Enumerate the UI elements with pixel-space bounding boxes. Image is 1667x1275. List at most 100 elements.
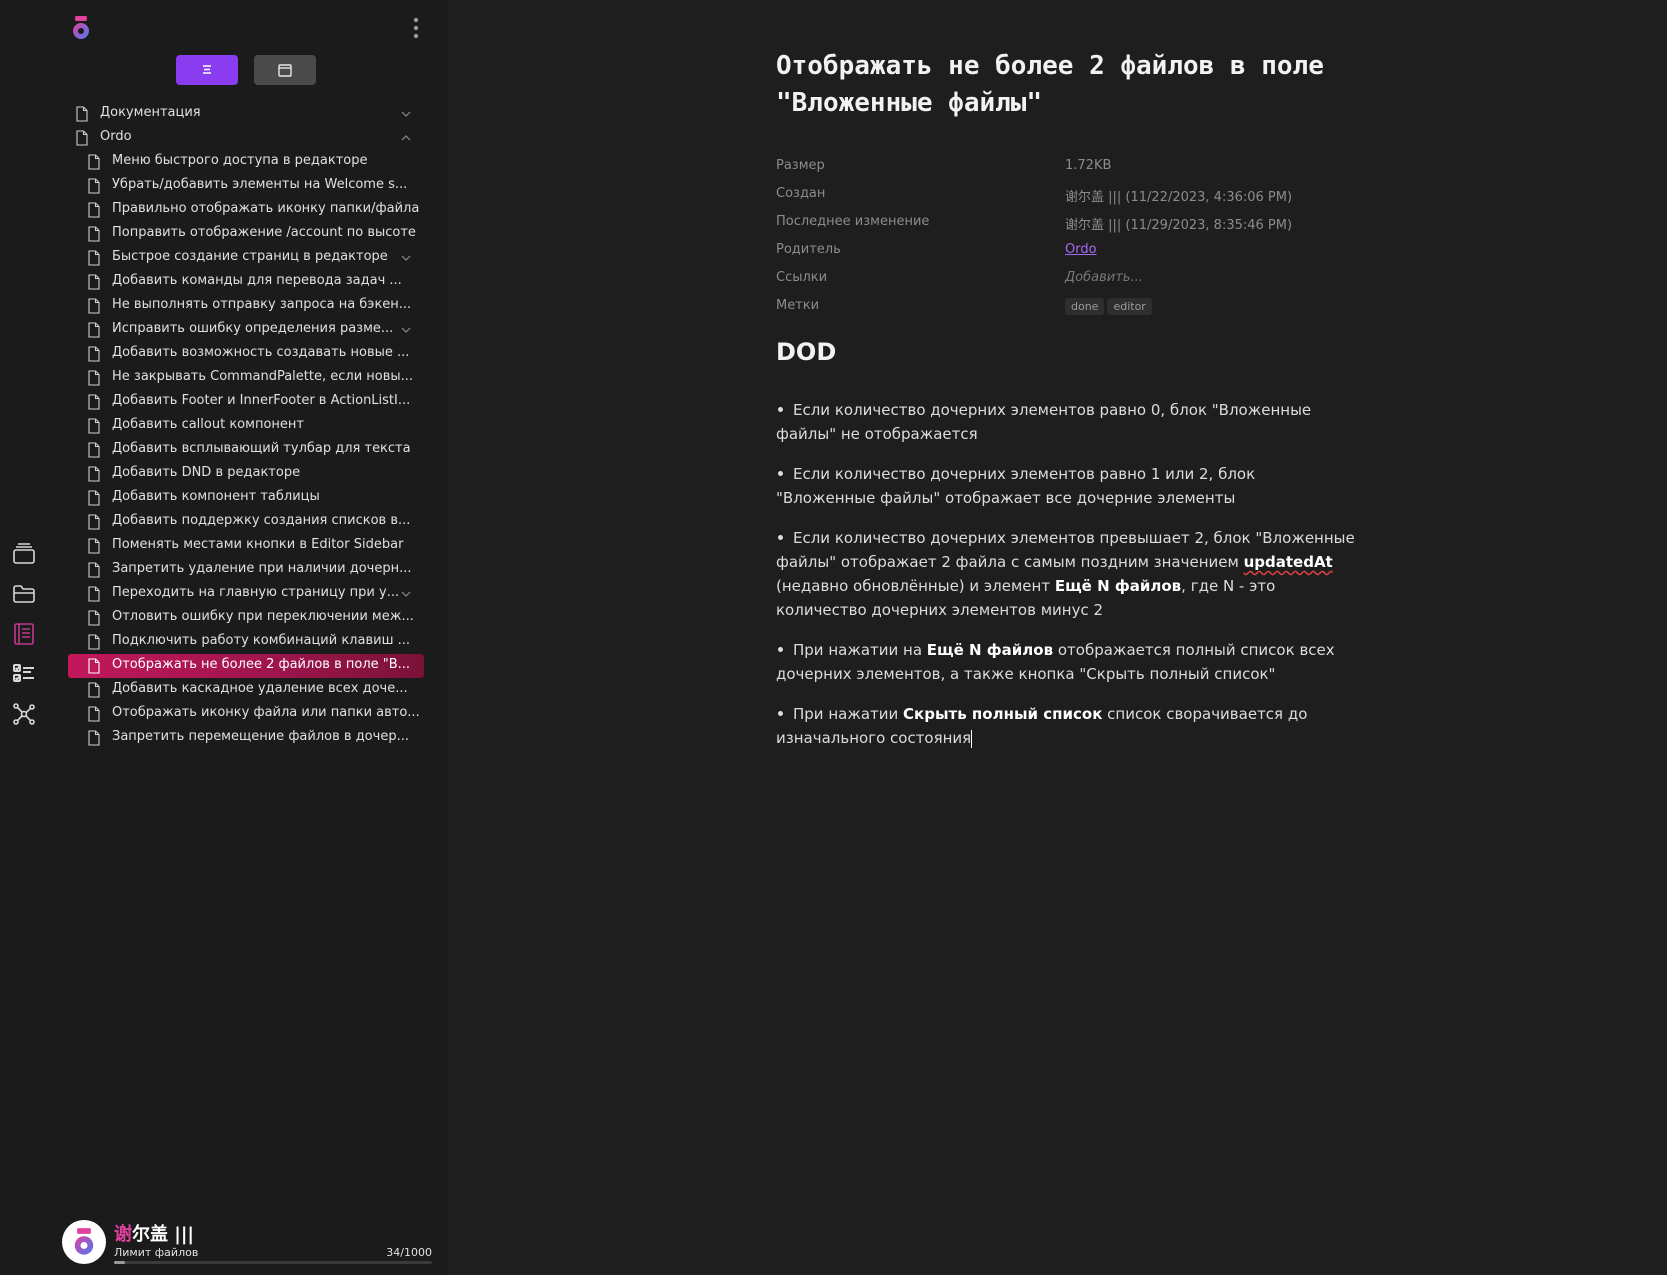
file-icon xyxy=(88,610,100,626)
tree-item-label: Добавить компонент таблицы xyxy=(112,489,320,504)
meta-key: Последнее изменение xyxy=(776,214,930,229)
tree-folder-item[interactable]: Документация xyxy=(48,102,448,126)
layers-icon[interactable] xyxy=(12,542,36,566)
tree-file-item[interactable]: Добавить возможность создавать новые ... xyxy=(48,342,448,366)
tree-file-item[interactable]: Убрать/добавить элементы на Welcome s... xyxy=(48,174,448,198)
app-logo xyxy=(68,15,94,41)
file-icon xyxy=(76,106,88,122)
file-icon xyxy=(88,346,100,362)
tree-file-item[interactable]: Подключить работу комбинаций клавиш ... xyxy=(48,630,448,654)
file-icon xyxy=(88,154,100,170)
chevron-down-icon[interactable] xyxy=(400,324,412,336)
tree-item-label: Поправить отображение /account по высоте xyxy=(112,225,416,240)
tree-file-item[interactable]: Добавить Footer и InnerFooter в ActionLi… xyxy=(48,390,448,414)
tree-file-item[interactable]: Отловить ошибку при переключении меж... xyxy=(48,606,448,630)
checklist-icon[interactable] xyxy=(12,662,36,686)
chevron-down-icon[interactable] xyxy=(400,108,412,120)
file-icon xyxy=(88,322,100,338)
activity-bar xyxy=(0,0,48,1275)
meta-row: Родитель Ordo xyxy=(776,240,1336,268)
file-limit-progress xyxy=(114,1261,432,1264)
meta-key: Ссылки xyxy=(776,270,828,285)
tree-item-label: Не закрывать CommandPalette, если новы..… xyxy=(112,369,414,384)
tree-file-item[interactable]: Не выполнять отправку запроса на бэкен..… xyxy=(48,294,448,318)
list-item[interactable]: При нажатии Скрыть полный список список … xyxy=(776,702,1356,750)
list-icon xyxy=(203,65,211,74)
tree-file-item[interactable]: Запретить перемещение файлов в дочер... xyxy=(48,726,448,750)
page-title[interactable]: Отображать не более 2 файлов в поле "Вло… xyxy=(776,48,1336,122)
meta-row: Ссылки Добавить... xyxy=(776,268,1336,296)
meta-row: Создан 谢尔盖 ||| (11/22/2023, 4:36:06 PM) xyxy=(776,184,1336,212)
user-name: 谢尔盖 ||| xyxy=(114,1224,194,1245)
file-icon xyxy=(88,442,100,458)
tree-file-item[interactable]: Добавить команды для перевода задач ... xyxy=(48,270,448,294)
list-item[interactable]: При нажатии на Ещё N файлов отображается… xyxy=(776,638,1356,686)
file-icon xyxy=(88,730,100,746)
tree-item-label: Добавить DND в редакторе xyxy=(112,465,301,480)
tree-item-label: Убрать/добавить элементы на Welcome s... xyxy=(112,177,408,192)
tags-list[interactable]: done editor xyxy=(1065,298,1155,315)
meta-value: 谢尔盖 ||| (11/29/2023, 8:35:46 PM) xyxy=(1065,218,1293,233)
file-icon xyxy=(88,250,100,266)
card-view-tab[interactable] xyxy=(254,55,316,85)
graph-icon[interactable] xyxy=(12,702,36,726)
tree-item-label: Документация xyxy=(100,105,201,120)
avatar[interactable] xyxy=(62,1220,106,1264)
notebook-icon[interactable] xyxy=(12,622,36,646)
tree-file-item[interactable]: Добавить DND в редакторе xyxy=(48,462,448,486)
file-tree: Документация Ordo Меню быстрого доступа в … xyxy=(48,102,448,750)
tree-folder-item[interactable]: Ordo xyxy=(48,126,448,150)
meta-key: Метки xyxy=(776,298,820,313)
tree-file-item[interactable]: Не закрывать CommandPalette, если новы..… xyxy=(48,366,448,390)
tree-file-item[interactable]: Поправить отображение /account по высоте xyxy=(48,222,448,246)
file-icon xyxy=(88,274,100,290)
list-item[interactable]: Если количество дочерних элементов превы… xyxy=(776,526,1356,622)
tree-file-item[interactable]: Отображать не более 2 файлов в поле "В..… xyxy=(48,654,448,678)
chevron-down-icon[interactable] xyxy=(400,588,412,600)
tree-file-item[interactable]: Добавить всплывающий тулбар для текста xyxy=(48,438,448,462)
tree-file-item[interactable]: Быстрое создание страниц в редакторе xyxy=(48,246,448,270)
file-icon xyxy=(88,634,100,650)
tree-item-label: Запретить удаление при наличии дочерн... xyxy=(112,561,412,576)
file-icon xyxy=(88,394,100,410)
list-item[interactable]: Если количество дочерних элементов равно… xyxy=(776,398,1356,446)
chevron-down-icon[interactable] xyxy=(400,252,412,264)
tag-badge[interactable]: done xyxy=(1065,298,1105,315)
chevron-up-icon[interactable] xyxy=(400,132,412,144)
parent-link[interactable]: Ordo xyxy=(1065,242,1097,257)
tree-file-item[interactable]: Отображать иконку файла или папки авто..… xyxy=(48,702,448,726)
section-heading[interactable]: DOD xyxy=(776,338,836,366)
more-menu-icon[interactable] xyxy=(412,16,420,40)
file-icon xyxy=(88,658,100,674)
bullet-list[interactable]: Если количество дочерних элементов равно… xyxy=(776,398,1356,766)
tree-item-label: Правильно отображать иконку папки/файла xyxy=(112,201,420,216)
tree-item-label: Добавить возможность создавать новые ... xyxy=(112,345,410,360)
add-link-input[interactable]: Добавить... xyxy=(1065,270,1143,285)
user-panel[interactable]: 谢尔盖 ||| Лимит файлов 34/1000 xyxy=(62,1218,432,1268)
tree-item-label: Отображать иконку файла или папки авто..… xyxy=(112,705,420,720)
tree-item-label: Ordo xyxy=(100,129,132,144)
tree-item-label: Исправить ошибку определения разме... xyxy=(112,321,394,336)
tree-file-item[interactable]: Поменять местами кнопки в Editor Sidebar xyxy=(48,534,448,558)
tree-file-item[interactable]: Правильно отображать иконку папки/файла xyxy=(48,198,448,222)
file-icon xyxy=(88,514,100,530)
file-icon xyxy=(76,130,88,146)
tree-view-tab[interactable] xyxy=(176,55,238,85)
tree-file-item[interactable]: Запретить удаление при наличии дочерн... xyxy=(48,558,448,582)
tree-file-item[interactable]: Меню быстрого доступа в редакторе xyxy=(48,150,448,174)
list-item[interactable]: Если количество дочерних элементов равно… xyxy=(776,462,1356,510)
tree-file-item[interactable]: Исправить ошибку определения разме... xyxy=(48,318,448,342)
file-icon xyxy=(88,202,100,218)
tree-file-item[interactable]: Добавить callout компонент xyxy=(48,414,448,438)
tree-item-label: Не выполнять отправку запроса на бэкен..… xyxy=(112,297,412,312)
file-icon xyxy=(88,370,100,386)
text-cursor xyxy=(971,729,973,748)
file-icon xyxy=(88,490,100,506)
tag-badge[interactable]: editor xyxy=(1107,298,1152,315)
tree-file-item[interactable]: Добавить компонент таблицы xyxy=(48,486,448,510)
tree-file-item[interactable]: Переходить на главную страницу при у... xyxy=(48,582,448,606)
folder-icon[interactable] xyxy=(12,582,36,606)
tree-file-item[interactable]: Добавить каскадное удаление всех доче... xyxy=(48,678,448,702)
file-icon xyxy=(88,298,100,314)
tree-file-item[interactable]: Добавить поддержку создания списков в... xyxy=(48,510,448,534)
